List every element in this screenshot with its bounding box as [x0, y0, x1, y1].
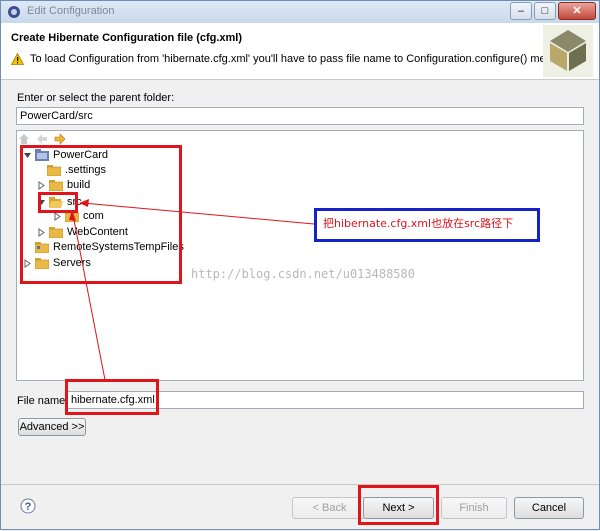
page-title: Create Hibernate Configuration file (cfg… — [11, 32, 243, 44]
folder-icon — [47, 165, 61, 176]
help-icon[interactable]: ? — [20, 498, 36, 514]
annotation-callout: 把hibernate.cfg.xml也放在src路径下 — [314, 208, 540, 242]
finish-button[interactable]: Finish — [441, 497, 507, 519]
svg-text:?: ? — [25, 501, 32, 513]
maximize-button[interactable]: □ — [534, 2, 556, 20]
project-folder-icon — [35, 242, 49, 253]
file-name-input[interactable]: hibernate.cfg.xml — [67, 391, 584, 409]
header-message: To load Configuration from 'hibernate.cf… — [11, 53, 567, 65]
folder-icon — [65, 211, 79, 222]
tree-item-powercard[interactable]: PowerCard — [23, 148, 108, 162]
open-folder-icon — [49, 197, 63, 208]
dialog-window: Edit Configuration – □ ✕ Create Hibernat… — [0, 0, 600, 530]
wizard-header: Create Hibernate Configuration file (cfg… — [1, 23, 599, 80]
title-bar[interactable]: Edit Configuration – □ ✕ — [1, 1, 599, 24]
eclipse-icon — [8, 6, 20, 18]
expand-triangle-icon[interactable] — [37, 227, 46, 237]
collapse-triangle-icon[interactable] — [37, 198, 46, 207]
button-bar-separator — [1, 484, 599, 485]
expand-triangle-icon[interactable] — [53, 211, 62, 221]
file-name-label: File name: — [17, 395, 69, 407]
tree-item-label: PowerCard — [53, 149, 109, 161]
tree-item-label: com — [83, 210, 104, 222]
expand-triangle-icon[interactable] — [23, 258, 32, 268]
folder-icon — [49, 227, 63, 238]
watermark-text: http://blog.csdn.net/u013488580 — [191, 267, 415, 281]
header-message-text: To load Configuration from 'hibernate.cf… — [30, 53, 568, 65]
tree-item-build[interactable]: build — [37, 178, 90, 192]
tree-item-servers[interactable]: Servers — [23, 256, 91, 270]
tree-item-src[interactable]: src — [37, 195, 82, 209]
back-arrow-icon[interactable] — [35, 132, 49, 146]
warning-icon — [11, 53, 24, 65]
close-button[interactable]: ✕ — [558, 2, 596, 20]
advanced-button[interactable]: Advanced >> — [18, 418, 86, 436]
tree-item-remotesystemstempfiles[interactable]: RemoteSystemsTempFiles — [35, 240, 184, 254]
forward-arrow-icon[interactable] — [53, 132, 67, 146]
hibernate-logo-icon — [543, 25, 593, 77]
collapse-triangle-icon[interactable] — [23, 151, 32, 160]
parent-folder-label: Enter or select the parent folder: — [17, 92, 175, 104]
folder-icon — [35, 258, 49, 269]
tree-item-label: Servers — [53, 257, 91, 269]
tree-item-settings[interactable]: .settings — [47, 163, 106, 177]
tree-item-label: RemoteSystemsTempFiles — [53, 241, 184, 253]
annotation-callout-text: 把hibernate.cfg.xml也放在src路径下 — [323, 217, 514, 230]
tree-item-label: build — [67, 179, 91, 191]
project-icon — [35, 149, 49, 161]
back-button[interactable]: < Back — [292, 497, 367, 519]
tree-item-label: WebContent — [67, 226, 128, 238]
next-button[interactable]: Next > — [363, 497, 434, 519]
window-title: Edit Configuration — [27, 5, 115, 17]
folder-icon — [49, 180, 63, 191]
home-icon[interactable] — [17, 132, 31, 146]
expand-triangle-icon[interactable] — [37, 180, 46, 190]
tree-toolbar — [17, 130, 67, 147]
minimize-button[interactable]: – — [510, 2, 532, 20]
tree-item-webcontent[interactable]: WebContent — [37, 225, 128, 239]
tree-item-label: .settings — [65, 164, 106, 176]
parent-folder-input[interactable]: PowerCard/src — [16, 107, 584, 125]
tree-item-com[interactable]: com — [53, 209, 104, 223]
cancel-button[interactable]: Cancel — [514, 497, 584, 519]
tree-item-label: src — [67, 196, 82, 208]
